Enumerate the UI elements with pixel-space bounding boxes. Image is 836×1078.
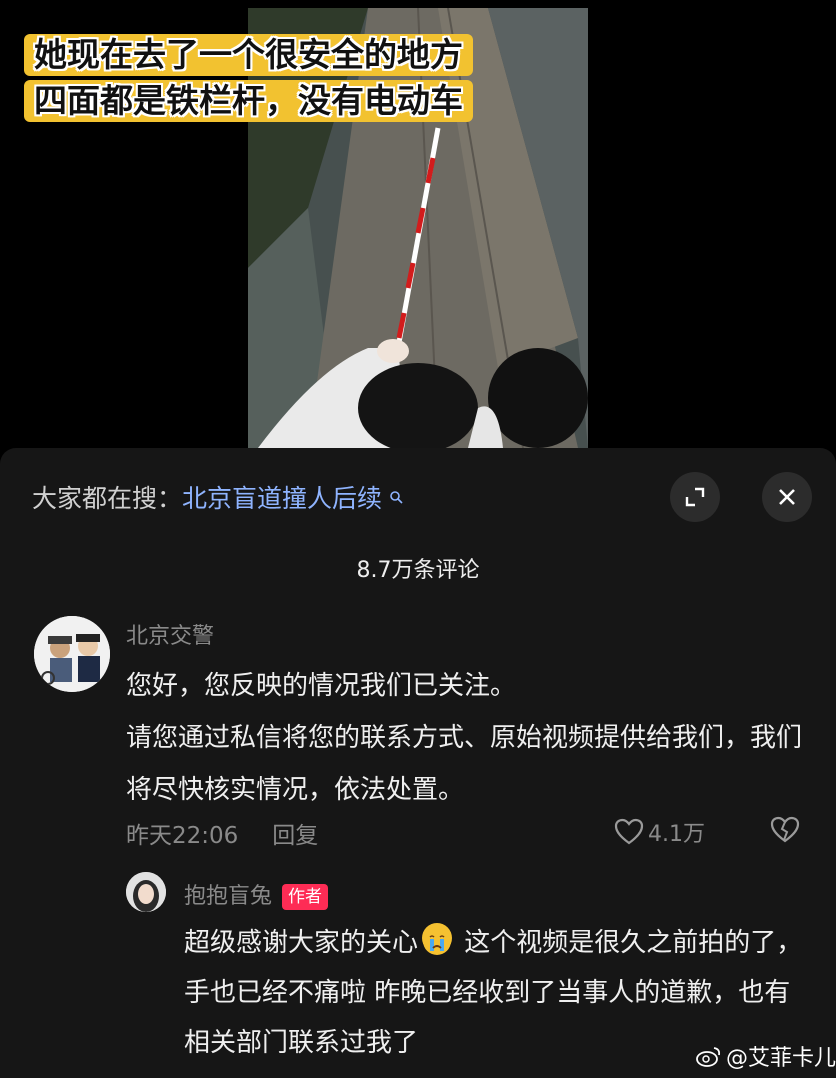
trending-search-prefix: 大家都在搜： <box>32 484 183 513</box>
trending-search[interactable]: 大家都在搜：北京盲道撞人后续 <box>32 484 403 514</box>
like-button[interactable]: 4.1万 <box>614 816 705 848</box>
police-avatar-icon <box>34 616 110 692</box>
reply-button[interactable]: 回复 <box>272 823 318 849</box>
comment-text-line2: 请您通过私信将您的联系方式、原始视频提供给我们，我们将尽快核实情况，依法处置。 <box>126 723 803 805</box>
comment-text: 您好，您反映的情况我们已关注。 请您通过私信将您的联系方式、原始视频提供给我们，… <box>126 660 816 816</box>
comment-author[interactable]: 北京交警 <box>126 618 214 650</box>
author-badge: 作者 <box>282 884 329 910</box>
comments-panel: 大家都在搜：北京盲道撞人后续 8.7万条评论 北京交警 您好，您反映的情况我们已… <box>0 448 836 1078</box>
video-caption-line1: 她现在去了一个很安全的地方 <box>24 34 473 76</box>
watermark: @艾菲卡儿 <box>696 1040 836 1072</box>
like-count: 4.1万 <box>648 822 705 847</box>
comment-meta: 昨天22:06 回复 <box>126 816 318 850</box>
comment-count: 8.7万条评论 <box>356 558 480 583</box>
close-icon <box>779 489 795 505</box>
trending-search-link[interactable]: 北京盲道撞人后续 <box>182 484 382 513</box>
weibo-icon <box>696 1047 721 1067</box>
reply-text-part1: 超级感谢大家的关心 <box>184 928 419 958</box>
user-avatar-icon <box>126 872 166 912</box>
expand-icon <box>685 487 705 507</box>
heart-icon <box>614 818 644 845</box>
reply-author-row: 抱抱盲兔 作者 <box>184 878 329 910</box>
avatar[interactable] <box>34 616 110 692</box>
reply-avatar[interactable] <box>126 872 166 912</box>
reply-author[interactable]: 抱抱盲兔 <box>184 884 272 909</box>
expand-button[interactable] <box>670 472 720 522</box>
search-icon <box>384 489 403 508</box>
watermark-text: @艾菲卡儿 <box>726 1046 836 1071</box>
dislike-button[interactable] <box>770 816 800 848</box>
comment-time: 昨天22:06 <box>126 823 239 849</box>
broken-heart-icon <box>770 816 800 843</box>
close-button[interactable] <box>762 472 812 522</box>
comment-text-line1: 您好，您反映的情况我们已关注。 <box>126 671 517 701</box>
crying-face-emoji-icon <box>422 923 453 955</box>
video-caption-line2: 四面都是铁栏杆，没有电动车 <box>24 80 473 122</box>
